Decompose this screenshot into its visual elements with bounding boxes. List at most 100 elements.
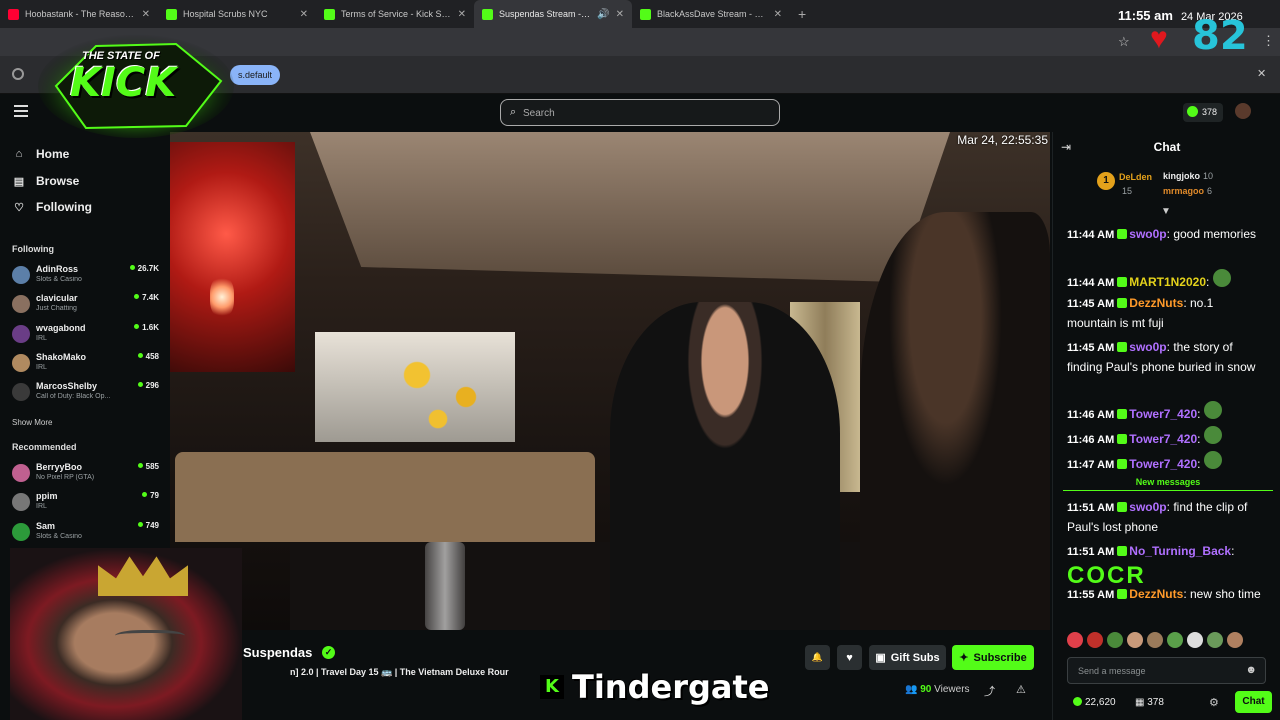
sidebar-channel[interactable]: MarcosShelby Call of Duty: Black Op... 296 [12, 381, 162, 409]
channel-category: Slots & Casino [36, 532, 82, 540]
new-messages-divider[interactable]: New messages [1063, 477, 1273, 491]
sidebar-channel[interactable]: wvagabond IRL 1.6K [12, 323, 162, 351]
close-tab-icon[interactable]: ✕ [458, 9, 466, 20]
chat-username[interactable]: swo0p [1129, 500, 1166, 514]
user-badge-icon [1117, 459, 1128, 469]
search-input[interactable] [523, 104, 763, 122]
chat-message-input[interactable] [1078, 663, 1238, 679]
chat-username[interactable]: MART1N2020 [1129, 275, 1206, 289]
emote-row [1067, 632, 1267, 652]
emoji-icon[interactable]: ☻ [1245, 664, 1257, 676]
sidebar-channel[interactable]: clavicular Just Chatting 7.4K [12, 293, 162, 321]
subscribe-button[interactable]: ✦ Subscribe [952, 645, 1034, 670]
sidebar-channel[interactable]: Sam Slots & Casino 749 [12, 521, 162, 549]
close-tab-icon[interactable]: ✕ [774, 9, 782, 20]
rank-icon: ▦ [1135, 697, 1148, 708]
video-player[interactable] [170, 132, 1050, 630]
chat-username[interactable]: swo0p [1129, 340, 1166, 354]
search-bar[interactable]: ⌕ [500, 99, 780, 126]
emote[interactable] [1227, 632, 1243, 648]
close-tab-icon[interactable]: ✕ [142, 9, 150, 20]
channel-category: IRL [36, 503, 47, 511]
gifter-entry[interactable]: DeLden [1119, 172, 1152, 182]
chat-username[interactable]: swo0p [1129, 227, 1166, 241]
browser-menu-icon[interactable]: ⋮ [1262, 33, 1275, 49]
notification-bell-button[interactable]: 🔔 [805, 645, 830, 670]
live-dot-icon [134, 294, 140, 300]
browser-tab-active[interactable]: Suspendas Stream - Watch🔊✕ [474, 0, 632, 28]
emote[interactable] [1087, 632, 1103, 648]
nav-home[interactable]: ⌂ Home [12, 147, 70, 161]
chat-username[interactable]: No_Turning_Back [1129, 544, 1231, 558]
emote[interactable] [1207, 632, 1223, 648]
close-tab-icon[interactable]: ✕ [300, 9, 308, 20]
video-person [860, 212, 1050, 630]
chat-message: 11:44 AM swo0p: good memories [1067, 225, 1262, 245]
browser-tab[interactable]: BlackAssDave Stream - Watch L✕ [632, 0, 790, 28]
emote[interactable] [1107, 632, 1123, 648]
gift-subs-button[interactable]: ▣ Gift Subs [869, 645, 946, 670]
sidebar-channel[interactable]: ppim IRL 79 [12, 491, 162, 519]
chat-username[interactable]: Tower7_420 [1129, 407, 1197, 421]
browser-tab[interactable]: Hoobastank - The Reason (Lyric✕ [0, 0, 158, 28]
user-badge-icon [1117, 298, 1128, 308]
emote[interactable] [1067, 632, 1083, 648]
recommended-heading: Recommended [12, 442, 77, 452]
sidebar-channel[interactable]: ShakoMako IRL 458 [12, 352, 162, 380]
sidebar-channel[interactable]: BerryyBoo No Pixel RP (GTA) 585 [12, 462, 162, 490]
user-badge-icon [1117, 502, 1128, 512]
rank-points[interactable]: ▦ 378 [1135, 697, 1164, 708]
live-dot-icon [137, 382, 143, 388]
new-tab-button[interactable]: + [798, 6, 806, 22]
star-icon: ✦ [959, 652, 969, 664]
facecam-glasses [115, 630, 185, 644]
gifter-entry[interactable]: mrmagoo 6 [1163, 186, 1212, 196]
chat-send-button[interactable]: Chat [1235, 691, 1272, 713]
report-icon[interactable]: ⚠ [1016, 683, 1026, 696]
chat-username[interactable]: DezzNuts [1129, 296, 1183, 310]
emote-icon [1203, 426, 1222, 444]
gift-icon: ▣ [875, 652, 886, 664]
info-pill[interactable]: s.default [230, 65, 281, 85]
chat-input-box[interactable]: ☻ [1067, 657, 1266, 684]
emote[interactable] [1167, 632, 1183, 648]
user-badge-icon [1117, 277, 1128, 287]
bookmark-star-icon[interactable]: ☆ [1118, 34, 1130, 50]
chat-username[interactable]: Tower7_420 [1129, 457, 1197, 471]
streamer-name[interactable]: Suspendas [243, 645, 312, 660]
close-icon[interactable]: ✕ [1257, 67, 1266, 80]
colon: : [1197, 432, 1204, 446]
channel-category: No Pixel RP (GTA) [36, 474, 95, 481]
nav-following[interactable]: ♡ Following [12, 200, 92, 214]
chat-username[interactable]: Tower7_420 [1129, 432, 1197, 446]
scroll-pinned-icon[interactable]: ▼ [1161, 206, 1171, 217]
nav-browse[interactable]: ▤ Browse [12, 174, 80, 188]
chat-panel: ⇥ Chat 1 DeLden 15 kingjoko 10 mrmagoo 6 ▼… [1052, 132, 1280, 720]
browser-tab[interactable]: Hospital Scrubs NYC ✕ [158, 0, 316, 28]
emote[interactable] [1127, 632, 1143, 648]
video-booth [175, 452, 595, 542]
user-avatar[interactable] [1235, 103, 1251, 119]
hamburger-menu-icon[interactable] [14, 105, 28, 117]
browser-tab[interactable]: Terms of Service - Kick Streami✕ [316, 0, 474, 28]
chat-username[interactable]: DezzNuts [1129, 587, 1183, 601]
points-coin-icon [1073, 697, 1082, 706]
show-more-button[interactable]: Show More [12, 418, 52, 427]
close-tab-icon[interactable]: ✕ [616, 9, 624, 20]
emote[interactable] [1187, 632, 1203, 648]
share-icon[interactable]: ⤴ [984, 683, 995, 699]
following-heading: Following [12, 244, 54, 254]
channel-points[interactable]: 22,620 [1073, 697, 1116, 708]
user-badge-icon [1117, 546, 1128, 556]
points-badge[interactable]: 378 [1183, 103, 1224, 122]
gear-icon[interactable]: ⚙ [1209, 696, 1219, 709]
top-gifters: 1 DeLden 15 kingjoko 10 mrmagoo 6 [1053, 164, 1280, 208]
user-badge-icon [1117, 409, 1128, 419]
sidebar-channel[interactable]: AdinRoss Slots & Casino 26.7K [12, 264, 162, 292]
follow-heart-button[interactable]: ♥ [837, 645, 862, 670]
emote[interactable] [1147, 632, 1163, 648]
video-red-wall [170, 142, 295, 372]
gifter-entry[interactable]: kingjoko 10 [1163, 171, 1213, 181]
speaker-icon[interactable]: 🔊 [597, 9, 609, 20]
banner-overlay: K Tindergate [540, 668, 769, 706]
